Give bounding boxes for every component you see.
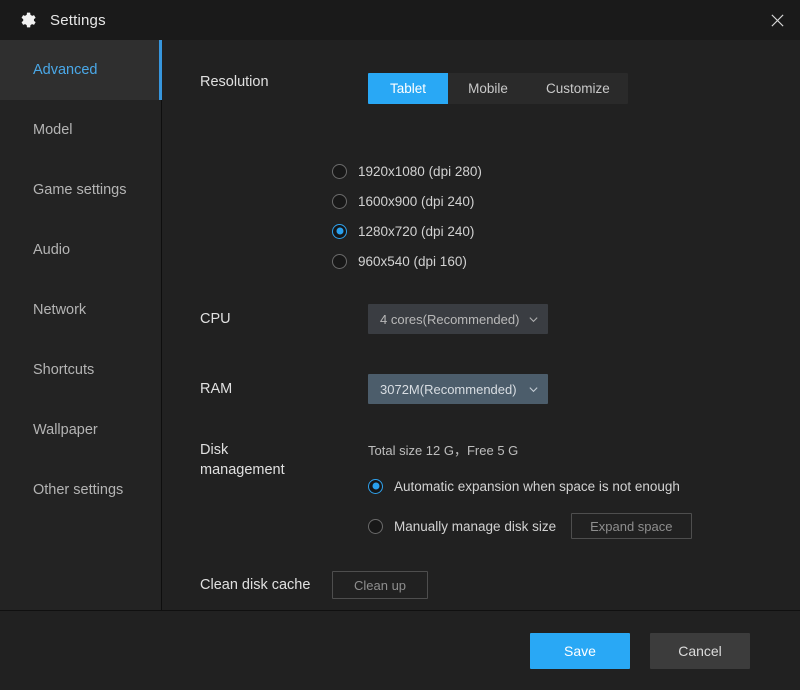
save-button-label: Save [564, 642, 596, 659]
disk-option-label: Manually manage disk size [394, 518, 557, 534]
sidebar-item-game-settings[interactable]: Game settings [0, 160, 161, 220]
cpu-row: CPU 4 cores(Recommended) [200, 304, 548, 334]
gear-icon [17, 10, 37, 30]
sidebar-item-other-settings[interactable]: Other settings [0, 460, 161, 520]
tab-label: Customize [546, 81, 610, 96]
sidebar-item-label: Shortcuts [33, 362, 95, 378]
resolution-option-label: 1280x720 (dpi 240) [358, 223, 475, 239]
window-title: Settings [50, 11, 106, 29]
resolution-option-960x540[interactable]: 960x540 (dpi 160) [332, 246, 482, 276]
radio-icon [332, 193, 347, 209]
resolution-option-1280x720[interactable]: 1280x720 (dpi 240) [332, 216, 482, 246]
radio-icon-selected [368, 478, 383, 494]
tab-tablet[interactable]: Tablet [368, 73, 448, 104]
resolution-option-1600x900[interactable]: 1600x900 (dpi 240) [332, 186, 482, 216]
sidebar-item-label: Wallpaper [33, 422, 98, 438]
cpu-dropdown[interactable]: 4 cores(Recommended) [368, 304, 548, 334]
radio-icon [368, 518, 383, 534]
cancel-button-label: Cancel [678, 642, 722, 659]
resolution-label: Resolution [200, 74, 269, 90]
tab-customize[interactable]: Customize [528, 73, 628, 104]
expand-space-button[interactable]: Expand space [571, 513, 692, 539]
sidebar-item-label: Other settings [33, 482, 124, 498]
disk-size-info: Total size 12 G，Free 5 G [368, 443, 519, 458]
sidebar-item-model[interactable]: Model [0, 100, 161, 160]
resolution-tab-group: Tablet Mobile Customize [368, 73, 628, 104]
sidebar: Advanced Model Game settings Audio Netwo… [0, 40, 162, 610]
sidebar-item-label: Model [33, 122, 73, 138]
disk-management-row: Disk management Total size 12 G，Free 5 G… [200, 440, 692, 541]
resolution-row: Resolution Tablet Mobile Customize [200, 73, 628, 104]
sidebar-item-advanced[interactable]: Advanced [0, 40, 162, 100]
sidebar-item-wallpaper[interactable]: Wallpaper [0, 400, 161, 460]
clean-up-button[interactable]: Clean up [332, 571, 429, 599]
sidebar-item-label: Audio [33, 242, 71, 258]
chevron-down-icon [529, 386, 538, 392]
ram-dropdown-value: 3072M(Recommended) [380, 381, 517, 397]
sidebar-item-label: Network [33, 302, 87, 318]
cpu-dropdown-value: 4 cores(Recommended) [380, 311, 520, 327]
sidebar-item-label: Advanced [33, 62, 98, 78]
close-icon [770, 13, 784, 27]
sidebar-item-label: Game settings [33, 182, 127, 198]
tab-label: Mobile [468, 81, 508, 96]
save-button[interactable]: Save [530, 632, 630, 669]
disk-management-label-line1: Disk [200, 442, 229, 458]
ram-label: RAM [200, 380, 233, 397]
ram-row: RAM 3072M(Recommended) [200, 374, 548, 404]
cancel-button[interactable]: Cancel [650, 632, 750, 669]
radio-icon-selected [332, 223, 347, 239]
expand-space-button-label: Expand space [590, 518, 673, 534]
resolution-option-label: 960x540 (dpi 160) [358, 253, 467, 269]
footer-bar: Save Cancel [0, 610, 800, 690]
chevron-down-icon [529, 316, 538, 322]
settings-content-advanced: Resolution Tablet Mobile Customize 1920x… [162, 40, 800, 610]
radio-icon [332, 163, 347, 179]
disk-management-label-line2: management [200, 462, 285, 478]
resolution-option-label: 1600x900 (dpi 240) [358, 193, 475, 209]
clean-disk-cache-label: Clean disk cache [200, 576, 311, 593]
window-body: Advanced Model Game settings Audio Netwo… [0, 40, 800, 610]
disk-option-label: Automatic expansion when space is not en… [394, 478, 680, 494]
resolution-option-label: 1920x1080 (dpi 280) [358, 163, 482, 179]
disk-management-label: Disk management [200, 440, 330, 541]
sidebar-item-shortcuts[interactable]: Shortcuts [0, 340, 161, 400]
radio-icon [332, 253, 347, 269]
title-bar: Settings [0, 0, 800, 40]
tab-label: Tablet [389, 81, 427, 96]
settings-window: Settings Advanced Model Game settings Au… [0, 0, 800, 690]
ram-dropdown[interactable]: 3072M(Recommended) [368, 374, 548, 404]
clean-up-button-label: Clean up [354, 577, 407, 593]
clean-disk-cache-row: Clean disk cache Clean up [200, 571, 429, 599]
disk-option-automatic[interactable]: Automatic expansion when space is not en… [368, 471, 692, 501]
resolution-options: 1920x1080 (dpi 280) 1600x900 (dpi 240) 1… [332, 156, 482, 276]
disk-option-manual[interactable]: Manually manage disk size Expand space [368, 511, 692, 541]
sidebar-item-audio[interactable]: Audio [0, 220, 161, 280]
close-button[interactable] [754, 0, 800, 40]
cpu-label: CPU [200, 310, 231, 327]
tab-mobile[interactable]: Mobile [448, 73, 528, 104]
resolution-option-1920x1080[interactable]: 1920x1080 (dpi 280) [332, 156, 482, 186]
sidebar-item-network[interactable]: Network [0, 280, 161, 340]
